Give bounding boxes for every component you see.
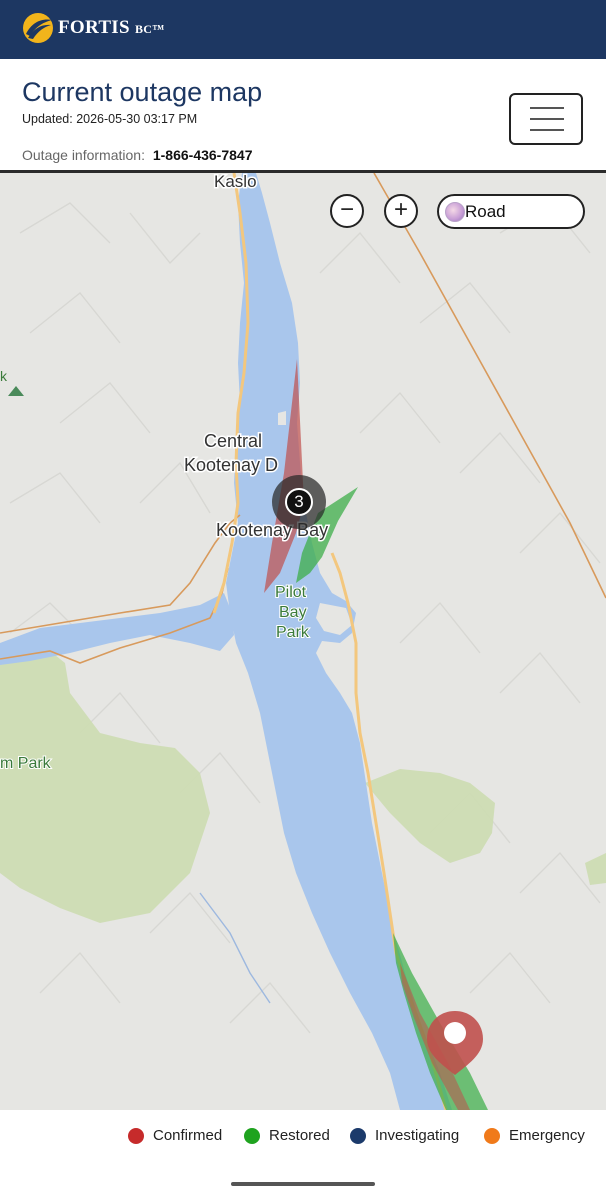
label-central: Central: [204, 431, 262, 451]
label-kaslo: Kaslo: [214, 173, 257, 191]
map-legend: Confirmed Restored Investigating Emergen…: [0, 1110, 606, 1199]
fortisbc-flame-icon: [23, 13, 53, 43]
investigating-dot-icon: [350, 1127, 366, 1144]
outage-info-label: Outage information:: [22, 147, 145, 163]
label-m-park: m Park: [0, 755, 52, 772]
legend-label: Emergency: [509, 1127, 585, 1144]
confirmed-dot-icon: [128, 1127, 144, 1144]
legend-label: Confirmed: [153, 1127, 223, 1144]
home-indicator[interactable]: [231, 1182, 375, 1186]
hamburger-menu-button[interactable]: [509, 93, 583, 145]
page-header: Current outage map Updated: 2026-05-30 0…: [0, 59, 606, 172]
outage-cluster-marker[interactable]: 3: [272, 475, 326, 529]
hamburger-line: [530, 118, 564, 120]
mountain-peak-icon: [8, 386, 24, 396]
map-style-selector[interactable]: Road: [437, 194, 585, 229]
emergency-dot-icon: [484, 1127, 500, 1144]
top-bar: FORTIS BC™: [0, 0, 606, 59]
updated-timestamp: Updated: 2026-05-30 03:17 PM: [22, 112, 198, 126]
logo-wordmark: FORTIS BC™: [58, 17, 165, 38]
globe-icon: [445, 202, 465, 222]
label-kootenay-d: Kootenay D: [184, 455, 278, 475]
hamburger-line: [530, 129, 564, 131]
legend-label: Investigating: [375, 1127, 460, 1144]
zoom-out-button[interactable]: −: [330, 194, 364, 228]
label-park: Park: [276, 624, 310, 641]
zoom-in-button[interactable]: +: [384, 194, 418, 228]
restored-dot-icon: [244, 1127, 260, 1144]
legend-confirmed: Confirmed: [128, 1127, 222, 1144]
creek-line: [199, 892, 271, 1004]
outage-map[interactable]: Kaslo Central Kootenay D Kootenay Bay Pi…: [0, 173, 606, 1110]
legend-label: Restored: [269, 1127, 330, 1144]
page-title: Current outage map: [22, 77, 263, 107]
legend-restored: Restored: [244, 1127, 330, 1144]
label-bay: Bay: [279, 604, 307, 621]
cluster-count: 3: [285, 488, 313, 516]
hamburger-menu-icon: [530, 107, 564, 109]
map-style-label: Road: [465, 202, 506, 221]
kootenay-lake: [0, 173, 452, 1110]
legend-investigating: Investigating: [350, 1127, 459, 1144]
outage-phone-link[interactable]: 1-866-436-7847: [153, 147, 253, 163]
label-left-k: k: [0, 368, 8, 384]
label-pilot: Pilot: [275, 584, 307, 601]
map-canvas[interactable]: Kaslo Central Kootenay D Kootenay Bay Pi…: [0, 173, 606, 1110]
fortisbc-logo[interactable]: FORTIS BC™: [22, 12, 165, 44]
legend-emergency: Emergency: [484, 1127, 585, 1144]
outage-info-row: Outage information: 1-866-436-7847: [22, 147, 253, 163]
